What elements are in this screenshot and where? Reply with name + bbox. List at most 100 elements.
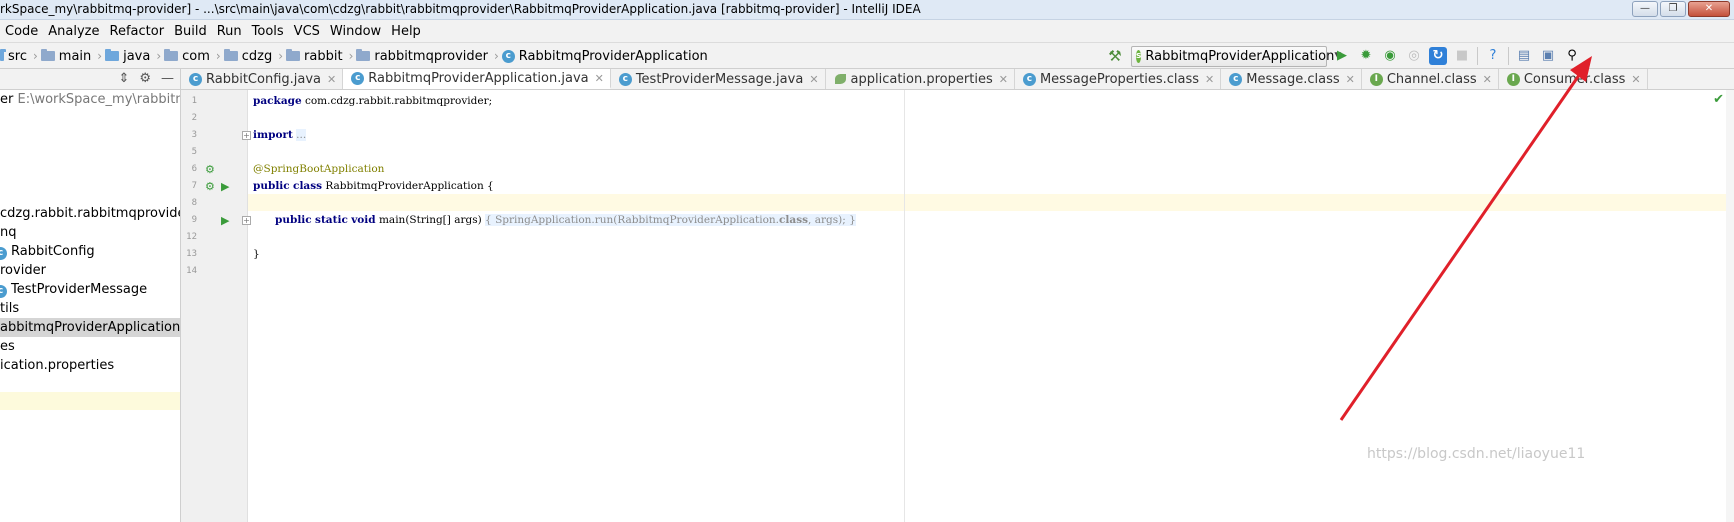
chevron-right-icon: ›	[156, 49, 162, 63]
editor-scrollbar[interactable]	[1726, 90, 1734, 522]
code-line: 1 package com.cdzg.rabbit.rabbitmqprovid…	[191, 95, 493, 107]
close-tab-icon[interactable]: ✕	[1631, 73, 1640, 86]
close-tab-icon[interactable]: ✕	[327, 73, 336, 86]
menu-tools[interactable]: Tools	[247, 24, 289, 39]
tab-rabbitmqproviderapplication[interactable]: c RabbitmqProviderApplication.java ✕	[343, 69, 611, 89]
menu-build[interactable]: Build	[169, 24, 212, 39]
properties-icon	[834, 73, 847, 85]
folder-icon	[0, 49, 6, 61]
breadcrumb-src[interactable]: src	[0, 49, 27, 64]
tab-channel[interactable]: I Channel.class ✕	[1362, 69, 1499, 89]
interface-icon: I	[1506, 72, 1520, 86]
minimize-button[interactable]: —	[1632, 1, 1658, 17]
tree-highlight-row	[0, 392, 180, 410]
tree-item-application-properties[interactable]: ication.properties	[0, 356, 180, 375]
tab-rabbitconfig[interactable]: c RabbitConfig.java ✕	[181, 69, 344, 89]
class-icon: c	[0, 285, 7, 298]
fold-toggle-icon[interactable]: +	[242, 131, 251, 140]
tree-item-rabbitmqproviderapplication[interactable]: abbitmqProviderApplication	[0, 318, 180, 337]
window-title: rkSpace_my\rabbitmq-provider] - ...\src\…	[0, 2, 921, 16]
breadcrumb-com[interactable]: com	[164, 49, 210, 64]
code-line: 6 ⚙ @SpringBootApplication	[191, 161, 385, 178]
tree-item-testprovidermessage[interactable]: cTestProviderMessage	[0, 280, 180, 299]
collapse-all-icon[interactable]: ⇕	[118, 71, 129, 86]
breadcrumb-class[interactable]: c RabbitmqProviderApplication	[501, 49, 708, 64]
close-tab-icon[interactable]: ✕	[1346, 73, 1355, 86]
build-hammer-icon[interactable]: ⚒	[1105, 47, 1125, 65]
breadcrumb-main[interactable]: main	[40, 49, 91, 64]
close-button[interactable]: ✕	[1688, 1, 1730, 17]
menu-vcs[interactable]: VCS	[289, 24, 325, 39]
tree-item-utils[interactable]: tils	[0, 299, 180, 318]
tree-item-project-root[interactable]: er E:\workSpace_my\rabbitmq-pro	[0, 90, 180, 109]
maximize-button[interactable]: ❐	[1660, 1, 1686, 17]
close-tab-icon[interactable]: ✕	[595, 72, 604, 85]
class-icon: c	[1229, 72, 1243, 86]
tab-messageproperties[interactable]: c MessageProperties.class ✕	[1015, 69, 1222, 89]
code-line: 12	[186, 232, 197, 242]
breadcrumb-rabbit[interactable]: rabbit	[286, 49, 343, 64]
hide-icon[interactable]: —	[161, 71, 174, 86]
run-toolbar: ⚒ s RabbitmqProviderApplication ▼ ▶ ✹ ◉ …	[1105, 43, 1581, 69]
menu-analyze[interactable]: Analyze	[43, 24, 104, 39]
run-configuration-select[interactable]: s RabbitmqProviderApplication ▼	[1131, 45, 1341, 67]
tree-item-package[interactable]: cdzg.rabbit.rabbitmqprovider	[0, 204, 180, 223]
profile-icon[interactable]: ◎	[1405, 47, 1423, 65]
spring-boot-icon: s	[1136, 49, 1142, 63]
breadcrumb-rabbitmqprovider[interactable]: rabbitmqprovider	[356, 49, 488, 64]
tab-testprovidermessage[interactable]: c TestProviderMessage.java ✕	[611, 69, 826, 89]
debug-icon[interactable]: ✹	[1357, 47, 1375, 65]
chevron-right-icon: ›	[97, 49, 103, 63]
menu-window[interactable]: Window	[325, 24, 386, 39]
gear-icon[interactable]: ⚙	[139, 71, 151, 86]
code-line: 7 ⚙ ▶ public class RabbitmqProviderAppli…	[191, 178, 494, 195]
tree-item-provider[interactable]: rovider	[0, 261, 180, 280]
tab-application-properties[interactable]: application.properties ✕	[826, 69, 1015, 89]
class-icon: c	[618, 72, 632, 86]
package-icon	[164, 49, 179, 61]
menu-refactor[interactable]: Refactor	[105, 24, 170, 39]
breadcrumb-cdzg[interactable]: cdzg	[223, 49, 272, 64]
spring-bean-icon[interactable]: ⚙	[205, 178, 215, 195]
fold-toggle-icon[interactable]: +	[242, 216, 251, 225]
chevron-right-icon: ›	[32, 49, 38, 63]
close-tab-icon[interactable]: ✕	[999, 73, 1008, 86]
update-running-application-icon[interactable]: ↻	[1429, 47, 1447, 65]
menu-help[interactable]: Help	[386, 24, 426, 39]
tree-item-rabbitconfig[interactable]: cRabbitConfig	[0, 242, 180, 261]
tree-item-resources[interactable]: es	[0, 337, 180, 356]
class-icon: c	[501, 49, 515, 63]
run-gutter-icon[interactable]: ▶	[221, 212, 229, 229]
search-everywhere-icon[interactable]: ⚲	[1563, 47, 1581, 65]
class-icon: c	[0, 247, 7, 260]
folded-imports[interactable]: ...	[296, 129, 307, 141]
help-icon[interactable]: ?	[1484, 47, 1502, 65]
folder-icon	[105, 49, 120, 61]
menu-run[interactable]: Run	[212, 24, 247, 39]
breadcrumb: src › main › java › com › cdzg › rabbit …	[0, 43, 714, 69]
spring-bean-icon[interactable]: ⚙	[205, 161, 215, 178]
chevron-right-icon: ›	[493, 49, 499, 63]
interface-icon: I	[1369, 72, 1383, 86]
close-tab-icon[interactable]: ✕	[1205, 73, 1214, 86]
class-icon: c	[351, 71, 365, 85]
tree-item-mq[interactable]: nq	[0, 223, 180, 242]
close-tab-icon[interactable]: ✕	[1483, 73, 1492, 86]
code-line: 2	[191, 113, 197, 123]
title-bar: rkSpace_my\rabbitmq-provider] - ...\src\…	[0, 0, 1734, 20]
run-gutter-icon[interactable]: ▶	[221, 178, 229, 195]
menu-code[interactable]: Code	[0, 24, 43, 39]
run-icon[interactable]: ▶	[1333, 47, 1351, 65]
tab-consumer[interactable]: I Consumer.class ✕	[1499, 69, 1648, 89]
folder-icon	[40, 49, 55, 61]
tab-message[interactable]: c Message.class ✕	[1221, 69, 1362, 89]
breadcrumb-java[interactable]: java	[105, 49, 150, 64]
package-icon	[223, 49, 238, 61]
code-line: 14	[186, 266, 197, 276]
run-with-coverage-icon[interactable]: ◉	[1381, 47, 1399, 65]
project-structure-icon[interactable]: ▤	[1515, 47, 1533, 65]
sdk-icon[interactable]: ▣	[1539, 47, 1557, 65]
stop-icon[interactable]: ■	[1453, 47, 1471, 65]
close-tab-icon[interactable]: ✕	[809, 73, 818, 86]
menu-bar: Code Analyze Refactor Build Run Tools VC…	[0, 20, 1734, 42]
